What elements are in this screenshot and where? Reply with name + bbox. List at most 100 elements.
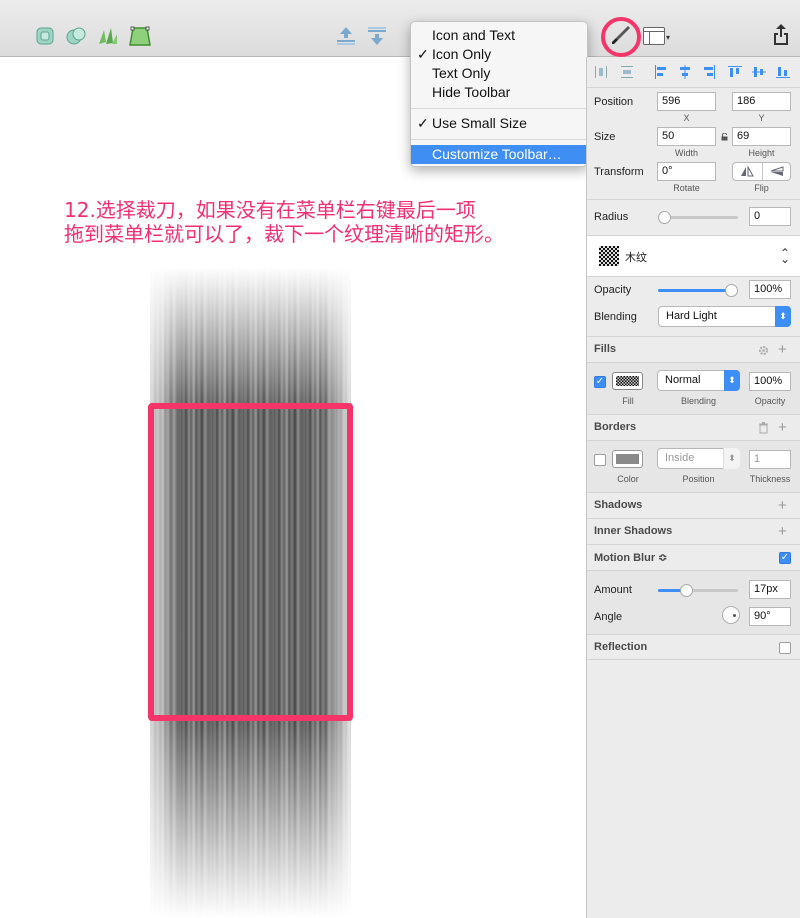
blending-popup[interactable]: Hard Light ⬍ <box>658 306 791 327</box>
menu-item-use-small-size[interactable]: ✓ Use Small Size <box>411 114 587 133</box>
fill-caption: Fill <box>622 396 634 406</box>
amount-field[interactable]: 17px <box>749 580 791 599</box>
motion-blur-title: Motion Blur ≎ <box>594 552 668 564</box>
radius-slider-knob[interactable] <box>658 211 671 224</box>
flip-horizontal-icon[interactable] <box>740 166 754 177</box>
tool-highlight-circle <box>601 17 641 57</box>
chevron-down-icon[interactable]: ▾ <box>666 33 670 42</box>
opacity-slider-knob[interactable] <box>725 284 738 297</box>
align-right-icon[interactable] <box>701 64 717 80</box>
annotation-line-1: 12.选择裁刀，如果没有在菜单栏右键最后一项 <box>64 198 476 222</box>
menu-item-icon-and-text[interactable]: Icon and Text <box>411 26 587 45</box>
add-border-plus-icon[interactable]: + <box>778 420 787 435</box>
menu-item-icon-only[interactable]: ✓ Icon Only <box>411 45 587 64</box>
menu-item-customize-toolbar[interactable]: Customize Toolbar… <box>411 145 587 164</box>
motion-blur-header[interactable]: Motion Blur ≎ ✓ <box>587 544 800 570</box>
motion-blur-checkbox[interactable]: ✓ <box>779 552 791 564</box>
angle-field[interactable]: 90° <box>749 607 791 626</box>
radius-slider[interactable] <box>658 211 738 224</box>
distribute-vertical-icon[interactable] <box>619 64 635 80</box>
lock-icon[interactable] <box>721 133 728 141</box>
fill-row: ✓ Normal ⬍ 100% Fill Blending Opacity <box>587 362 800 414</box>
y-caption: Y <box>758 113 765 123</box>
style-name: 木纹 <box>625 251 647 264</box>
fill-opacity-field[interactable]: 100% <box>749 372 791 391</box>
reflection-header[interactable]: Reflection <box>587 634 800 660</box>
shadows-title: Shadows <box>594 499 643 511</box>
boolean-subtract-icon[interactable] <box>64 24 88 48</box>
boolean-union-icon[interactable] <box>33 24 57 48</box>
flip-vertical-icon[interactable] <box>770 166 784 177</box>
menu-item-text-only[interactable]: Text Only <box>411 64 587 83</box>
align-top-icon[interactable] <box>727 64 743 80</box>
fill-swatch[interactable] <box>612 372 643 390</box>
width-caption: Width <box>674 148 698 158</box>
divider <box>587 199 800 200</box>
move-forward-icon[interactable] <box>334 24 358 48</box>
menu-item-hide-toolbar[interactable]: Hide Toolbar <box>411 83 587 102</box>
check-icon: ✓ <box>417 115 429 131</box>
radius-label: Radius <box>594 211 629 223</box>
amount-slider-knob[interactable] <box>680 584 694 597</box>
position-label: Position <box>594 96 634 108</box>
add-inner-shadow-plus-icon[interactable]: + <box>778 524 787 539</box>
shadows-header: Shadows + <box>587 492 800 518</box>
opacity-slider-fill <box>658 289 732 292</box>
align-middle-vertical-icon[interactable] <box>751 64 767 80</box>
width-field[interactable]: 50 <box>657 127 716 146</box>
amount-slider[interactable] <box>658 584 738 597</box>
border-color-swatch[interactable] <box>612 450 643 468</box>
updown-arrows-icon: ⬍ <box>724 370 740 391</box>
move-backward-icon[interactable] <box>365 24 389 48</box>
height-caption: Height <box>748 148 775 158</box>
trash-icon[interactable] <box>758 422 769 434</box>
flip-caption: Flip <box>754 183 769 193</box>
divider <box>587 87 800 88</box>
border-position-popup[interactable]: Inside ⬍ <box>657 448 740 469</box>
align-left-icon[interactable] <box>653 64 669 80</box>
opacity-label: Opacity <box>594 284 632 296</box>
gear-icon[interactable] <box>758 345 769 356</box>
inner-shadows-title: Inner Shadows <box>594 525 673 537</box>
align-bottom-icon[interactable] <box>775 64 791 80</box>
menu-separator <box>411 108 587 109</box>
transform-label: Transform <box>594 166 644 178</box>
add-fill-plus-icon[interactable]: + <box>778 342 787 357</box>
vector-tool-icon[interactable] <box>96 24 120 48</box>
thickness-caption: Thickness <box>749 474 791 484</box>
updown-arrows-icon: ⬍ <box>775 306 791 327</box>
blending-caption: Blending <box>680 396 717 406</box>
inner-shadows-header: Inner Shadows + <box>587 518 800 544</box>
opacity-slider[interactable] <box>658 284 738 297</box>
radius-field[interactable]: 0 <box>749 207 791 226</box>
size-label: Size <box>594 131 616 143</box>
border-thickness-field[interactable]: 1 <box>749 450 791 469</box>
border-enabled-checkbox[interactable] <box>594 454 606 466</box>
canvas[interactable] <box>0 57 586 918</box>
menu-separator <box>411 139 587 140</box>
opacity-field[interactable]: 100% <box>749 280 791 299</box>
angle-dial[interactable] <box>722 606 740 624</box>
fill-enabled-checkbox[interactable]: ✓ <box>594 376 606 388</box>
toolbar-context-menu: Icon and Text ✓ Icon Only Text Only Hide… <box>410 21 588 167</box>
position-x-field[interactable]: 596 <box>657 92 716 111</box>
distribute-horizontal-icon[interactable] <box>593 64 609 80</box>
blending-value: Hard Light <box>666 310 717 322</box>
height-field[interactable]: 69 <box>732 127 791 146</box>
align-center-horizontal-icon[interactable] <box>677 64 693 80</box>
rotate-caption: Rotate <box>673 183 700 193</box>
rotate-field[interactable]: 0° <box>657 162 716 181</box>
updown-arrows-icon: ⬍ <box>723 448 740 469</box>
shared-style-selector[interactable]: 木纹 ⌃ ⌄ <box>587 235 800 277</box>
fill-blending-popup[interactable]: Normal ⬍ <box>657 370 740 391</box>
fill-blend-value: Normal <box>665 374 701 386</box>
blending-label: Blending <box>594 311 637 323</box>
reflection-checkbox[interactable] <box>779 642 791 654</box>
borders-title: Borders <box>594 421 637 433</box>
flip-segmented-control <box>732 162 791 181</box>
transform-tool-icon[interactable] <box>128 24 152 48</box>
add-shadow-plus-icon[interactable]: + <box>778 498 787 513</box>
view-layout-icon[interactable] <box>643 27 665 45</box>
position-y-field[interactable]: 186 <box>732 92 791 111</box>
export-share-icon[interactable] <box>769 22 793 46</box>
